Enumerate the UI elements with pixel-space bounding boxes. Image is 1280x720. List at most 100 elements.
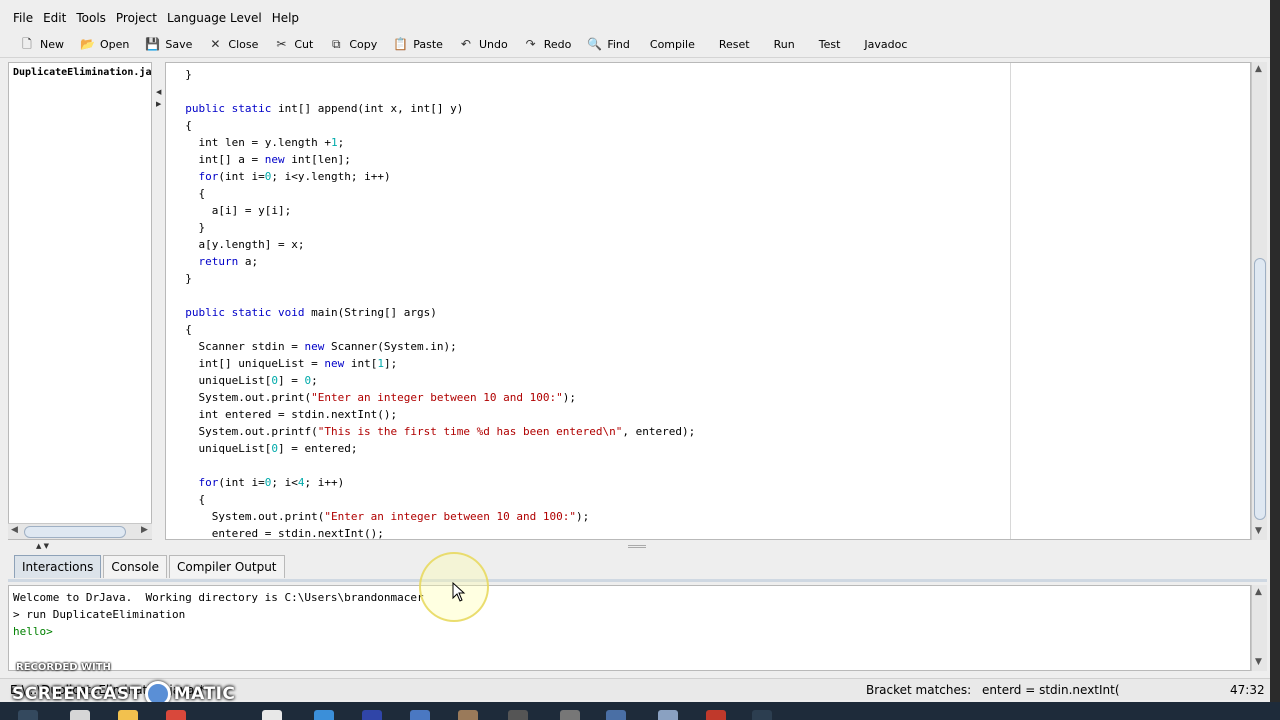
scrollbar-thumb[interactable] — [24, 526, 126, 538]
app-icon[interactable] — [560, 710, 580, 720]
code-token: "Enter an integer between 10 and 100:" — [311, 391, 563, 404]
code-line[interactable]: public static void main(String[] args) — [166, 304, 695, 321]
interactions-vertical-scrollbar[interactable]: ▲ ▼ — [1251, 585, 1267, 671]
code-line[interactable]: } — [166, 66, 695, 83]
code-token: uniqueList[ — [172, 374, 272, 387]
code-line[interactable]: } — [166, 270, 695, 287]
file-list-horizontal-scrollbar[interactable]: ◀ ▶ — [8, 523, 152, 539]
code-line[interactable]: int[] uniqueList = new int[1]; — [166, 355, 695, 372]
code-text[interactable]: } public static int[] append(int x, int[… — [166, 66, 695, 539]
word-icon[interactable] — [362, 710, 382, 720]
code-token: { — [172, 493, 206, 506]
java-icon[interactable] — [706, 710, 726, 720]
code-line[interactable]: { — [166, 321, 695, 338]
ie-icon[interactable] — [314, 710, 334, 720]
collapse-left-icon[interactable]: ◀ — [156, 88, 161, 96]
undo-button[interactable]: ↶ Undo — [453, 32, 514, 56]
menu-tools[interactable]: Tools — [71, 11, 111, 25]
code-line[interactable]: uniqueList[0] = entered; — [166, 440, 695, 457]
app-icon[interactable] — [658, 710, 678, 720]
code-line[interactable]: { — [166, 185, 695, 202]
reset-button[interactable]: Reset — [709, 32, 760, 56]
app-icon[interactable] — [508, 710, 528, 720]
scroll-left-icon[interactable]: ◀ — [11, 525, 18, 535]
vertical-splitter[interactable]: ◀ ▶ — [153, 62, 165, 540]
app-icon[interactable] — [752, 710, 772, 720]
scrollbar-thumb[interactable] — [1254, 258, 1266, 520]
horizontal-splitter-arrows-icon[interactable]: ▲ ▼ — [36, 542, 49, 550]
compile-button[interactable]: Compile — [640, 32, 705, 56]
menu-help[interactable]: Help — [267, 11, 304, 25]
code-line[interactable]: public static int[] append(int x, int[] … — [166, 100, 695, 117]
code-line[interactable]: { — [166, 117, 695, 134]
code-line[interactable]: for(int i=0; i<4; i++) — [166, 474, 695, 491]
code-line[interactable]: int[] a = new int[len]; — [166, 151, 695, 168]
tab-console[interactable]: Console — [103, 555, 167, 578]
code-line[interactable]: { — [166, 491, 695, 508]
mouse-pointer-icon — [452, 582, 466, 602]
code-token: ; i<y.length; i++) — [271, 170, 391, 183]
code-line[interactable]: uniqueList[0] = 0; — [166, 372, 695, 389]
code-line[interactable]: a[y.length] = x; — [166, 236, 695, 253]
folder-icon[interactable] — [118, 710, 138, 720]
browser-icon[interactable] — [166, 710, 186, 720]
open-button[interactable]: 📂 Open — [74, 32, 135, 56]
document-icon[interactable] — [262, 710, 282, 720]
interactions-pane[interactable]: Welcome to DrJava. Working directory is … — [8, 585, 1251, 671]
editor-vertical-scrollbar[interactable]: ▲ ▼ — [1251, 62, 1267, 540]
cut-button[interactable]: ✂ Cut — [268, 32, 319, 56]
code-editor[interactable]: } public static int[] append(int x, int[… — [165, 62, 1251, 540]
code-token: int[ — [344, 357, 378, 370]
menu-project[interactable]: Project — [111, 11, 162, 25]
expand-right-icon[interactable]: ▶ — [156, 100, 161, 108]
start-icon[interactable] — [18, 710, 38, 720]
code-line[interactable]: entered = stdin.nextInt(); — [166, 525, 695, 539]
code-line[interactable] — [166, 457, 695, 474]
menu-edit[interactable]: Edit — [38, 11, 71, 25]
new-button[interactable]: 🗋 New — [14, 32, 70, 56]
code-line[interactable]: System.out.print("Enter an integer betwe… — [166, 508, 695, 525]
code-line[interactable]: int len = y.length +1; — [166, 134, 695, 151]
outlook-icon[interactable] — [410, 710, 430, 720]
close-button[interactable]: ✕ Close — [202, 32, 264, 56]
right-margin-line — [1010, 63, 1011, 539]
code-line[interactable]: } — [166, 219, 695, 236]
scroll-right-icon[interactable]: ▶ — [141, 525, 148, 535]
scroll-up-icon[interactable]: ▲ — [1255, 587, 1262, 597]
find-button[interactable]: 🔍 Find — [581, 32, 636, 56]
redo-button[interactable]: ↷ Redo — [518, 32, 578, 56]
code-token: } — [172, 68, 192, 81]
code-line[interactable]: return a; — [166, 253, 695, 270]
scroll-down-icon[interactable]: ▼ — [1255, 657, 1262, 667]
code-line[interactable]: Scanner stdin = new Scanner(System.in); — [166, 338, 695, 355]
watermark-recorded-with: RECORDED WITH — [16, 662, 111, 673]
tab-interactions[interactable]: Interactions — [14, 555, 102, 578]
code-line[interactable]: int entered = stdin.nextInt(); — [166, 406, 695, 423]
menu-language-level[interactable]: Language Level — [162, 11, 267, 25]
program-output-line[interactable]: hello> — [13, 625, 53, 638]
scroll-up-icon[interactable]: ▲ — [1255, 64, 1262, 74]
save-button[interactable]: 💾 Save — [139, 32, 198, 56]
code-line[interactable]: System.out.print("Enter an integer betwe… — [166, 389, 695, 406]
code-line[interactable] — [166, 287, 695, 304]
app-icon[interactable] — [606, 710, 626, 720]
toolbar-button-label: Test — [818, 37, 841, 51]
code-line[interactable] — [166, 83, 695, 100]
taskbar-app-icon[interactable] — [70, 710, 90, 720]
scroll-down-icon[interactable]: ▼ — [1255, 526, 1262, 536]
code-line[interactable]: a[i] = y[i]; — [166, 202, 695, 219]
toolbar-button-label: Copy — [349, 37, 378, 51]
javadoc-button[interactable]: Javadoc — [854, 32, 917, 56]
code-line[interactable]: System.out.printf("This is the first tim… — [166, 423, 695, 440]
tab-compiler-output[interactable]: Compiler Output — [169, 555, 285, 578]
test-button[interactable]: Test — [809, 32, 851, 56]
app-icon[interactable] — [458, 710, 478, 720]
copy-button[interactable]: ⧉ Copy — [323, 32, 383, 56]
code-token: ; i++) — [304, 476, 345, 489]
paste-button[interactable]: 📋 Paste — [387, 32, 449, 56]
menu-file[interactable]: File — [8, 11, 38, 25]
code-line[interactable]: for(int i=0; i<y.length; i++) — [166, 168, 695, 185]
file-list-item[interactable]: DuplicateElimination.ja — [13, 67, 151, 78]
horizontal-splitter-grip[interactable] — [628, 545, 646, 548]
run-button[interactable]: Run — [764, 32, 805, 56]
